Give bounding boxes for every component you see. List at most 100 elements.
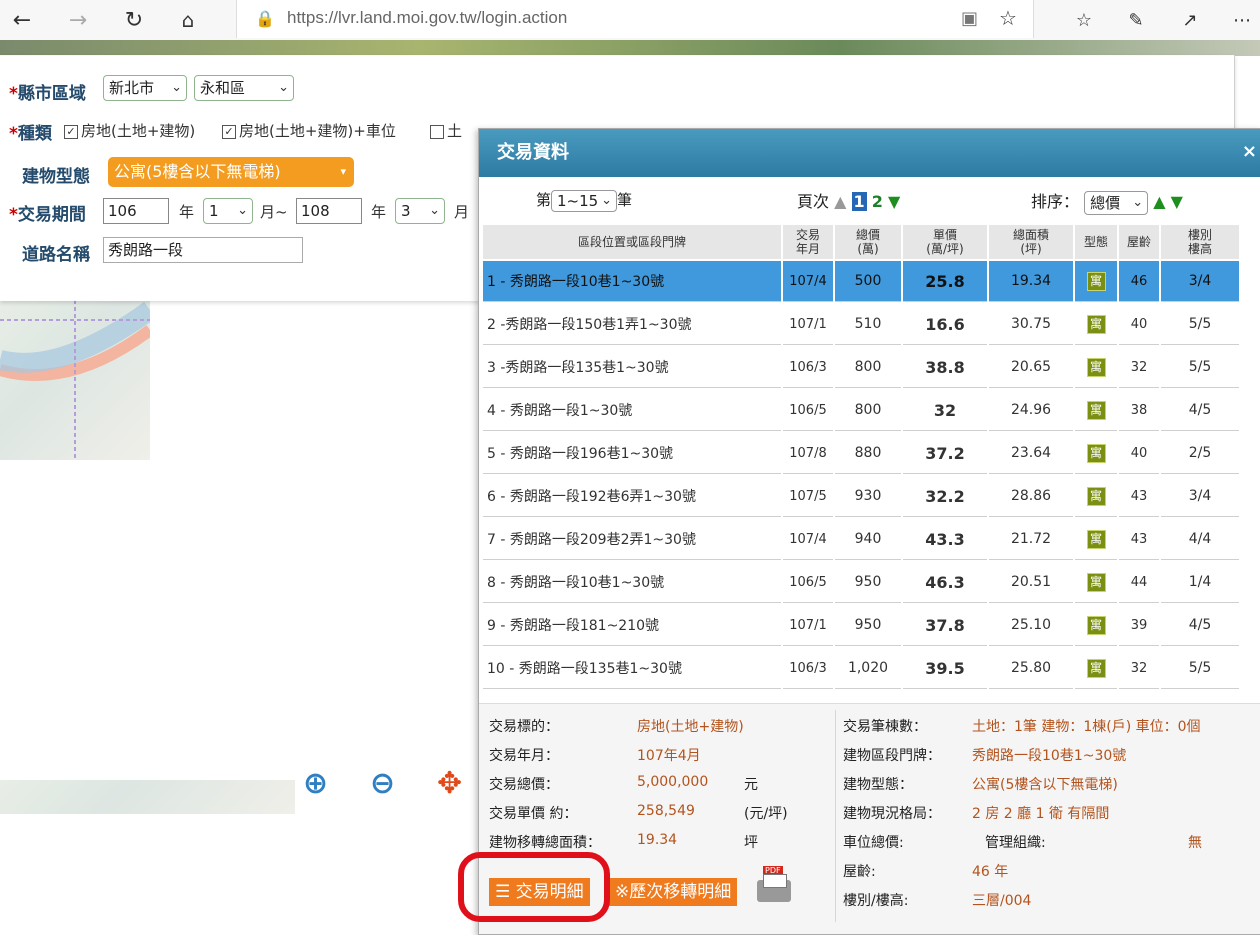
reading-view-icon[interactable]: ▣ [961,8,978,29]
col-age[interactable]: 屋齡 [1119,225,1159,259]
table-row[interactable]: 8 - 秀朗路一段10巷1~30號 106/5 950 46.3 20.51 寓 44 1/4 [483,562,1239,603]
start-year-input[interactable]: 106 [103,198,169,224]
row-unit-price: 32.2 [903,476,987,517]
layout-value: 2 房 2 廳 1 衛 有隔間 [972,806,1110,822]
row-yearmonth: 107/1 [783,605,833,646]
zoom-out-icon[interactable]: ⊖ [370,766,395,801]
row-yearmonth: 107/8 [783,433,833,474]
row-area: 20.51 [989,562,1073,603]
address-bar[interactable]: 🔒 https://lvr.land.moi.gov.tw/login.acti… [236,0,1034,38]
btype-value: 公寓(5樓含以下無電梯) [972,777,1118,793]
end-month-select[interactable]: 3 ⌄ [395,198,445,224]
page-down-icon[interactable]: ▼ [888,192,900,211]
forward-arrow-icon[interactable]: → [62,4,94,36]
start-month-select[interactable]: 1 ⌄ [203,198,253,224]
favorite-star-icon[interactable]: ☆ [999,6,1017,30]
table-row[interactable]: 4 - 秀朗路一段1~30號 106/5 800 32 24.96 寓 38 4/5 [483,390,1239,431]
road-label: 道路名稱 [22,245,90,265]
row-total: 950 [835,605,901,646]
type-label: 種類 [17,124,52,144]
mgmt-value: 無 [1188,835,1202,851]
col-floor[interactable]: 樓別 樓高 [1161,225,1239,259]
refresh-icon[interactable]: ↻ [118,4,150,36]
col-yearmonth[interactable]: 交易 年月 [783,225,833,259]
updown-icon: ▾ [340,165,346,178]
row-yearmonth: 106/3 [783,347,833,388]
unit-price-unit: (元/坪) [744,806,788,822]
row-floor: 5/5 [1161,347,1239,388]
county-select[interactable]: 新北市 ⌄ [103,75,187,101]
row-type: 寓 [1075,519,1117,560]
row-address: 2 -秀朗路一段150巷1弄1~30號 [483,304,781,345]
zoom-in-icon[interactable]: ⊕ [303,766,328,801]
more-menu-icon[interactable]: ⋯ [1226,4,1258,36]
map-area[interactable] [0,300,150,460]
building-type-select[interactable]: 公寓(5樓含以下無電梯) ▾ [108,157,354,187]
row-type: 寓 [1075,304,1117,345]
table-row[interactable]: 10 - 秀朗路一段135巷1~30號 106/3 1,020 39.5 25.80 寓 3… [483,648,1239,689]
year-unit-text: 年 [179,203,195,221]
row-type: 寓 [1075,433,1117,474]
row-floor: 5/5 [1161,304,1239,345]
row-age: 40 [1119,304,1159,345]
road-input[interactable]: 秀朗路一段 [103,237,303,263]
sort-asc-icon[interactable]: ▲ [1153,192,1165,211]
layout-label: 建物現況格局： [843,806,941,822]
col-address[interactable]: 區段位置或區段門牌 [483,225,781,259]
sort-desc-icon[interactable]: ▼ [1171,192,1183,211]
type-option-1[interactable]: ✓ 房地(土地+建物) [64,120,195,141]
page-2-link[interactable]: 2 [872,192,883,211]
row-floor: 4/5 [1161,605,1239,646]
share-icon[interactable]: ↗ [1174,4,1206,36]
row-total: 800 [835,347,901,388]
building-type-label: 建物型態 [22,167,90,187]
row-type: 寓 [1075,648,1117,689]
row-yearmonth: 107/4 [783,519,833,560]
total-value: 5,000,000 [637,774,709,790]
pdf-printer-icon[interactable]: PDF [757,866,793,906]
row-yearmonth: 107/5 [783,476,833,517]
table-row[interactable]: 2 -秀朗路一段150巷1弄1~30號 107/1 510 16.6 30.75 寓 40 5… [483,304,1239,345]
row-address: 5 - 秀朗路一段196巷1~30號 [483,433,781,474]
sort-select[interactable]: 總價 ⌄ [1084,190,1149,215]
map-area-bottom[interactable] [0,780,295,814]
col-type[interactable]: 型態 [1075,225,1117,259]
table-row[interactable]: 7 - 秀朗路一段209巷2弄1~30號 107/4 940 43.3 21.72 寓 43… [483,519,1239,560]
type-option-3[interactable]: 土 [430,120,462,141]
floor-label: 樓別/樓高: [843,893,909,909]
row-unit-price: 38.8 [903,347,987,388]
col-total[interactable]: 總價 (萬) [835,225,901,259]
page-up-icon[interactable]: ▲ [834,192,846,211]
chevron-down-icon: ⌄ [237,203,248,218]
type-option-2[interactable]: ✓ 房地(土地+建物)+車位 [222,120,396,141]
col-area[interactable]: 總面積 (坪) [989,225,1073,259]
table-row[interactable]: 9 - 秀朗路一段181~210號 107/1 950 37.8 25.10 寓 39 4/5 [483,605,1239,646]
pan-icon[interactable]: ✥ [437,766,462,801]
pen-icon[interactable]: ✎ [1120,4,1152,36]
row-floor: 3/4 [1161,476,1239,517]
mgmt-label: 管理組織: [985,835,1046,851]
row-unit-price: 25.8 [903,261,987,302]
range-select[interactable]: 1~15 ⌄ [551,189,618,212]
table-row[interactable]: 5 - 秀朗路一段196巷1~30號 107/8 880 37.2 23.64 寓 40 2/… [483,433,1239,474]
row-address: 10 - 秀朗路一段135巷1~30號 [483,648,781,689]
table-row[interactable]: 3 -秀朗路一段135巷1~30號 106/3 800 38.8 20.65 寓 32 5/5 [483,347,1239,388]
apartment-type-icon: 寓 [1086,486,1106,506]
row-unit-price: 16.6 [903,304,987,345]
close-icon[interactable]: × [1242,141,1257,162]
home-icon[interactable]: ⌂ [172,4,204,36]
period-label: 交易期間 [17,205,86,225]
table-row[interactable]: 6 - 秀朗路一段192巷6弄1~30號 107/5 930 32.2 28.86 寓 43… [483,476,1239,517]
row-address: 6 - 秀朗路一段192巷6弄1~30號 [483,476,781,517]
row-address: 1 - 秀朗路一段10巷1~30號 [483,261,781,302]
back-arrow-icon[interactable]: ← [6,4,38,36]
table-row[interactable]: 1 - 秀朗路一段10巷1~30號 107/4 500 25.8 19.34 寓 46 3/4 [483,261,1239,302]
district-select[interactable]: 永和區 ⌄ [194,75,294,101]
favorites-list-icon[interactable]: ☆ [1068,4,1100,36]
row-area: 23.64 [989,433,1073,474]
end-year-input[interactable]: 108 [296,198,362,224]
page-current[interactable]: 1 [851,192,867,211]
transfer-history-button[interactable]: ※歷次移轉明細 [609,878,738,906]
col-unit-price[interactable]: 單價 (萬/坪) [903,225,987,259]
apartment-type-icon: 寓 [1086,357,1106,377]
